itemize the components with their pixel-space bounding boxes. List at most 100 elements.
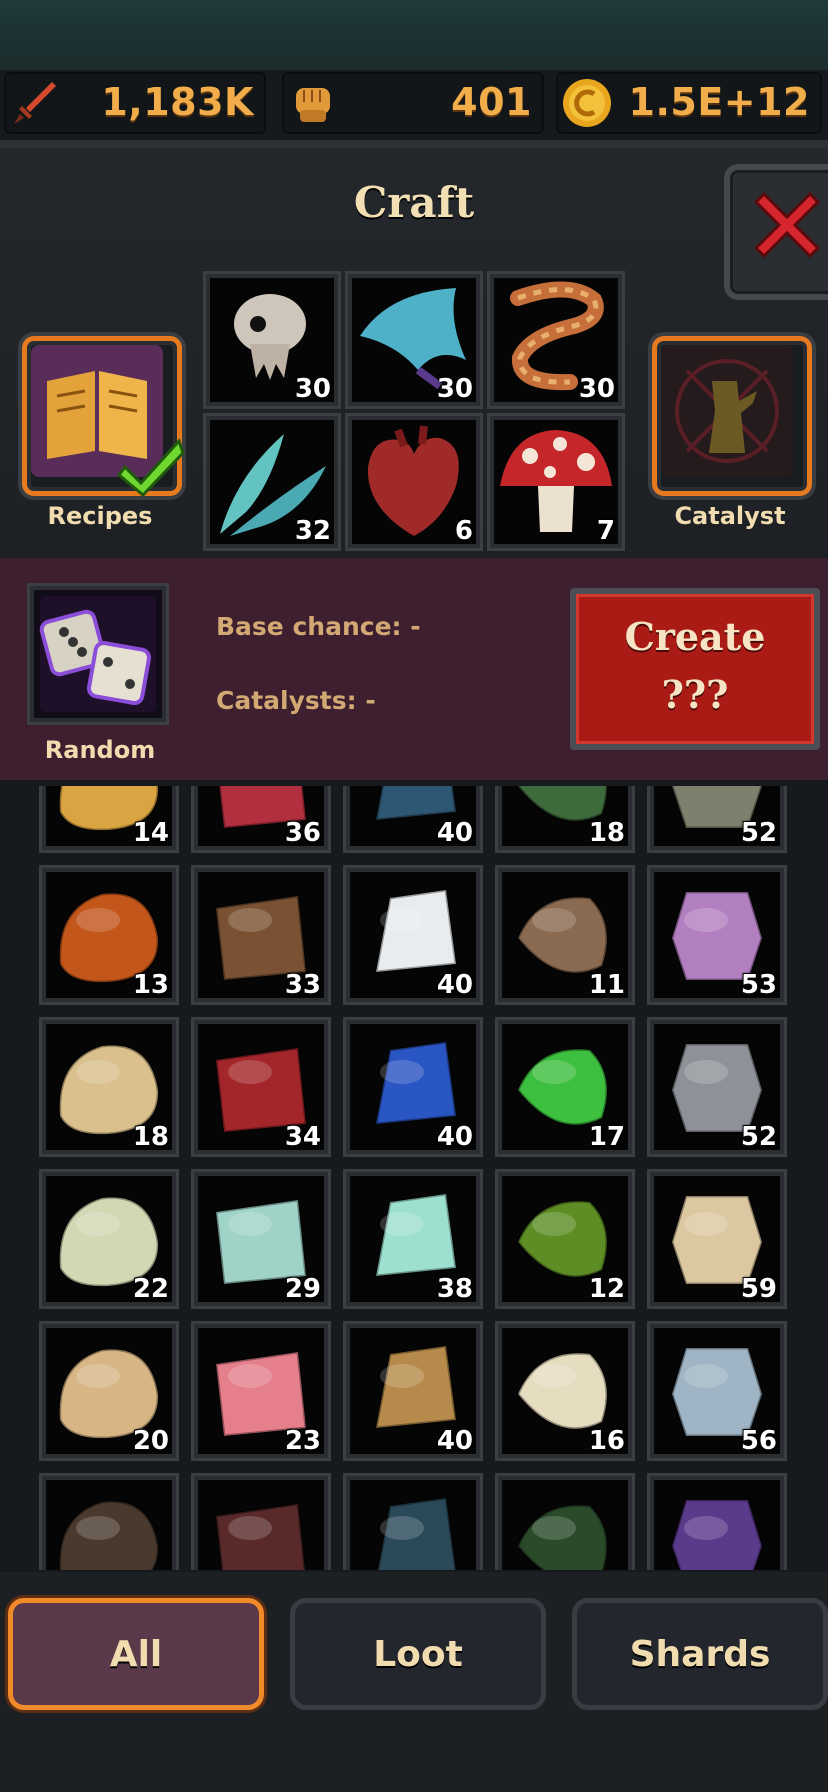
inventory-item[interactable]: 34	[194, 1020, 328, 1154]
base-chance-text: Base chance: -	[216, 612, 421, 641]
sword-icon	[14, 82, 56, 124]
dice-icon	[39, 596, 156, 712]
inventory-item[interactable]: 16	[498, 1324, 632, 1458]
inventory-item[interactable]: 11	[498, 868, 632, 1002]
item-count: 11	[588, 970, 625, 1000]
recipes-label: Recipes	[47, 502, 153, 530]
item-icon	[376, 1496, 458, 1570]
random-label: Random	[44, 736, 156, 764]
inventory-item[interactable]: 12	[498, 1172, 632, 1306]
catalyst-label: Catalyst	[674, 502, 786, 530]
inventory-item[interactable]	[498, 1476, 632, 1570]
catalyst-icon	[661, 345, 793, 477]
catalysts-text: Catalysts: -	[216, 686, 376, 715]
inventory-item[interactable]: 40	[346, 786, 480, 850]
inventory-item[interactable]	[42, 1476, 176, 1570]
ingredient-slot[interactable]: 7	[490, 416, 622, 548]
tab-loot[interactable]: Loot	[290, 1598, 546, 1710]
inventory-item[interactable]	[650, 1476, 784, 1570]
item-count: 23	[284, 1426, 321, 1456]
item-count: 59	[740, 1274, 777, 1304]
tab-label: Loot	[373, 1633, 463, 1675]
inventory-item[interactable]: 23	[194, 1324, 328, 1458]
gold-value: 1.5E+12	[628, 80, 810, 124]
item-count: 33	[284, 970, 321, 1000]
item-icon	[58, 1499, 160, 1570]
power-resource: 1,183K	[4, 72, 266, 134]
item-count: 20	[132, 1426, 169, 1456]
item-count: 56	[740, 1426, 777, 1456]
inventory-item[interactable]: 40	[346, 868, 480, 1002]
create-result: ???	[661, 672, 729, 717]
item-count: 40	[436, 970, 473, 1000]
catalyst-button[interactable]	[652, 336, 812, 496]
inventory-item[interactable]: 18	[498, 786, 632, 850]
ingredient-count: 7	[596, 516, 615, 546]
random-button[interactable]	[30, 586, 166, 722]
inventory-item[interactable]: 18	[42, 1020, 176, 1154]
inventory-item[interactable]: 59	[650, 1172, 784, 1306]
inventory-item[interactable]: 17	[498, 1020, 632, 1154]
close-button[interactable]	[724, 164, 828, 300]
item-icon	[214, 1502, 307, 1570]
inventory-item[interactable]: 52	[650, 786, 784, 850]
inventory-item[interactable]: 20	[42, 1324, 176, 1458]
ingredient-count: 30	[294, 374, 331, 404]
tab-all[interactable]: All	[8, 1598, 264, 1710]
inventory-item[interactable]: 56	[650, 1324, 784, 1458]
item-count: 13	[132, 970, 169, 1000]
inventory-item[interactable]: 33	[194, 868, 328, 1002]
close-icon	[753, 191, 821, 259]
tab-label: Shards	[629, 1633, 771, 1675]
inventory-item[interactable]: 40	[346, 1324, 480, 1458]
inventory-grid[interactable]: 14 36 40 18 52 13 33 40 11 53 18 34 40 17 52 22 29 38 12 59…	[0, 786, 828, 1570]
item-count: 14	[132, 818, 169, 848]
item-count: 40	[436, 818, 473, 848]
header-divider	[0, 140, 828, 148]
inventory-item[interactable]: 36	[194, 786, 328, 850]
energy-resource: 401	[282, 72, 544, 134]
item-count: 29	[284, 1274, 321, 1304]
inventory-item[interactable]: 53	[650, 868, 784, 1002]
inventory-item[interactable]	[346, 1476, 480, 1570]
inventory-item[interactable]: 22	[42, 1172, 176, 1306]
item-icon	[670, 1498, 764, 1570]
inventory-item[interactable]	[194, 1476, 328, 1570]
item-count: 40	[436, 1122, 473, 1152]
item-count: 36	[284, 818, 321, 848]
item-count: 18	[132, 1122, 169, 1152]
ingredient-count: 32	[294, 516, 331, 546]
gold-resource: 1.5E+12	[556, 72, 822, 134]
inventory-item[interactable]: 38	[346, 1172, 480, 1306]
ingredient-slot[interactable]: 30	[490, 274, 622, 406]
item-count: 17	[588, 1122, 625, 1152]
tab-shards[interactable]: Shards	[572, 1598, 828, 1710]
item-count: 22	[132, 1274, 169, 1304]
create-button[interactable]: Create ???	[570, 588, 820, 750]
item-count: 40	[436, 1426, 473, 1456]
recipes-button[interactable]	[22, 336, 185, 498]
ingredient-slot[interactable]: 32	[206, 416, 338, 548]
ingredient-slot[interactable]: 30	[348, 274, 480, 406]
power-value: 1,183K	[101, 80, 254, 124]
item-count: 16	[588, 1426, 625, 1456]
inventory-item[interactable]: 14	[42, 786, 176, 850]
ingredient-slot[interactable]: 6	[348, 416, 480, 548]
inventory-item[interactable]: 29	[194, 1172, 328, 1306]
ingredient-count: 6	[454, 516, 473, 546]
item-count: 18	[588, 818, 625, 848]
checkmark-icon	[117, 438, 185, 498]
coin-icon	[563, 79, 611, 127]
item-count: 34	[284, 1122, 321, 1152]
inventory-item[interactable]: 40	[346, 1020, 480, 1154]
ingredient-slot[interactable]: 30	[206, 274, 338, 406]
item-count: 52	[740, 818, 777, 848]
item-icon	[516, 1503, 609, 1570]
create-label: Create	[624, 614, 766, 659]
ingredient-count: 30	[578, 374, 615, 404]
fist-icon	[296, 88, 330, 122]
inventory-item[interactable]: 13	[42, 868, 176, 1002]
inventory-item[interactable]: 52	[650, 1020, 784, 1154]
item-count: 53	[740, 970, 777, 1000]
item-count: 38	[436, 1274, 473, 1304]
